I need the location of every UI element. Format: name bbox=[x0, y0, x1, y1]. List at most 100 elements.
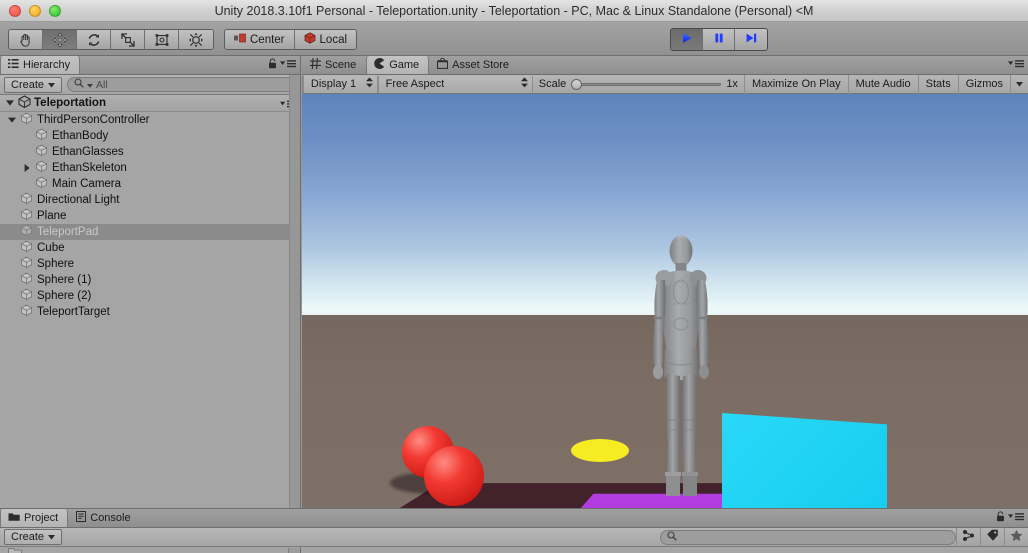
scene-root-row[interactable]: Teleportation bbox=[0, 95, 300, 112]
gameobject-cube-icon bbox=[20, 208, 34, 224]
unity-editor-window: Unity 2018.3.10f1 Personal - Teleportati… bbox=[0, 0, 1028, 553]
updown-caret-icon bbox=[365, 77, 373, 91]
pivot-mode-button[interactable]: Center bbox=[225, 30, 295, 49]
label-filter-button[interactable] bbox=[980, 528, 1004, 546]
gameobject-cube-icon bbox=[35, 160, 49, 176]
project-tree-splitter[interactable] bbox=[288, 548, 300, 553]
scale-slider-knob[interactable] bbox=[571, 78, 583, 90]
pivot-space-group: Center Local bbox=[224, 29, 358, 50]
hierarchy-item-teleporttarget[interactable]: TeleportTarget bbox=[0, 304, 300, 320]
project-search-input[interactable] bbox=[660, 529, 956, 545]
tab-asset-store[interactable]: Asset Store bbox=[429, 56, 519, 74]
aspect-dropdown[interactable]: Free Aspect bbox=[377, 75, 533, 93]
hierarchy-tree[interactable]: ThirdPersonController EthanBody EthanGlass… bbox=[0, 112, 300, 508]
hierarchy-item-label: EthanSkeleton bbox=[52, 162, 127, 174]
panel-menu-icon[interactable] bbox=[1008, 511, 1024, 525]
tab-label: Scene bbox=[325, 59, 357, 71]
project-create-label: Create bbox=[11, 531, 45, 543]
hierarchy-item-label: Sphere bbox=[37, 258, 75, 270]
display-dropdown[interactable]: Display 1 bbox=[302, 75, 378, 93]
step-button[interactable] bbox=[735, 29, 767, 50]
search-dropdown-caret[interactable] bbox=[87, 79, 94, 91]
play-button[interactable] bbox=[671, 29, 703, 50]
gizmos-button[interactable]: Gizmos bbox=[957, 74, 1010, 94]
maximize-on-play-button[interactable]: Maximize On Play bbox=[743, 74, 848, 94]
hierarchy-item-ethanglasses[interactable]: EthanGlasses bbox=[0, 144, 300, 160]
play-icon bbox=[680, 31, 694, 48]
hierarchy-item-cube[interactable]: Cube bbox=[0, 240, 300, 256]
mute-audio-button[interactable]: Mute Audio bbox=[847, 74, 918, 94]
hierarchy-item-teleportpad[interactable]: TeleportPad bbox=[0, 224, 300, 240]
transform-tools-group bbox=[8, 29, 214, 50]
hierarchy-item-sphere-1[interactable]: Sphere (1) bbox=[0, 272, 300, 288]
move-tool-button[interactable] bbox=[43, 30, 77, 49]
lock-icon[interactable] bbox=[268, 58, 277, 72]
hierarchy-item-thirdpersoncontroller[interactable]: ThirdPersonController bbox=[0, 112, 300, 128]
hierarchy-search-input[interactable]: All bbox=[67, 77, 296, 92]
hierarchy-item-ethanskeleton[interactable]: EthanSkeleton bbox=[0, 160, 300, 176]
gameobject-cube-icon bbox=[20, 288, 34, 304]
lock-icon[interactable] bbox=[996, 511, 1005, 525]
star-icon bbox=[1010, 529, 1023, 545]
gameobject-cube-icon bbox=[20, 112, 34, 128]
combined-transform-tool-button[interactable] bbox=[179, 30, 213, 49]
hierarchy-vscrollbar[interactable] bbox=[289, 75, 300, 508]
tab-console[interactable]: Console bbox=[68, 509, 140, 527]
project-tabbar: Project Console bbox=[0, 509, 1028, 528]
favorites-filter-button[interactable] bbox=[956, 528, 980, 546]
folder-icon bbox=[8, 547, 22, 553]
scale-slider-group[interactable]: Scale 1x bbox=[533, 78, 744, 90]
tab-project[interactable]: Project bbox=[0, 509, 69, 527]
hierarchy-item-directional-light[interactable]: Directional Light bbox=[0, 192, 300, 208]
hierarchy-item-sphere-2[interactable]: Sphere (2) bbox=[0, 288, 300, 304]
hand-tool-button[interactable] bbox=[9, 30, 43, 49]
tab-scene[interactable]: Scene bbox=[302, 56, 366, 74]
gameobject-cube-icon bbox=[20, 224, 34, 240]
hierarchy-item-plane[interactable]: Plane bbox=[0, 208, 300, 224]
scale-label: Scale bbox=[538, 78, 567, 90]
hierarchy-item-label: ThirdPersonController bbox=[37, 114, 150, 126]
tab-game[interactable]: Game bbox=[366, 56, 430, 74]
game-view-toolbar: Display 1 Free Aspect Scale 1x Maximize bbox=[302, 74, 1028, 94]
rect-transform-icon bbox=[154, 32, 170, 48]
mute-audio-label: Mute Audio bbox=[855, 78, 911, 90]
rect-tool-button[interactable] bbox=[145, 30, 179, 49]
playback-controls bbox=[670, 28, 768, 51]
hierarchy-item-main-camera[interactable]: Main Camera bbox=[0, 176, 300, 192]
red-sphere-2 bbox=[424, 446, 484, 506]
rotate-tool-button[interactable] bbox=[77, 30, 111, 49]
tab-label: Asset Store bbox=[452, 59, 510, 71]
twisty-expanded-icon[interactable] bbox=[6, 115, 17, 126]
updown-caret-icon bbox=[520, 77, 528, 91]
space-mode-button[interactable]: Local bbox=[294, 30, 357, 49]
scale-slider[interactable] bbox=[571, 78, 722, 90]
project-folder-tree[interactable] bbox=[0, 547, 301, 553]
hierarchy-item-label: Plane bbox=[37, 210, 67, 222]
panel-menu-icon[interactable] bbox=[1008, 58, 1024, 72]
maximize-on-play-label: Maximize On Play bbox=[751, 78, 841, 90]
twisty-collapsed-icon[interactable] bbox=[21, 163, 32, 174]
scene-twisty-icon[interactable] bbox=[4, 98, 15, 109]
center-pivot-icon bbox=[234, 33, 246, 46]
yellow-teleport-pad bbox=[571, 439, 629, 462]
hand-icon bbox=[18, 32, 34, 48]
gameobject-cube-icon bbox=[35, 144, 49, 160]
tab-hierarchy[interactable]: Hierarchy bbox=[0, 56, 81, 74]
pause-button[interactable] bbox=[703, 29, 735, 50]
folder-icon bbox=[8, 512, 20, 525]
gizmos-dropdown-button[interactable] bbox=[1009, 74, 1028, 94]
tab-label: Console bbox=[90, 512, 131, 524]
stats-button[interactable]: Stats bbox=[917, 74, 958, 94]
panel-menu-icon[interactable] bbox=[280, 58, 296, 72]
hierarchy-item-ethanbody[interactable]: EthanBody bbox=[0, 128, 300, 144]
game-render-view[interactable] bbox=[302, 94, 1028, 508]
scale-tool-button[interactable] bbox=[111, 30, 145, 49]
project-create-button[interactable]: Create bbox=[4, 529, 63, 545]
hierarchy-create-button[interactable]: Create bbox=[4, 76, 63, 93]
project-folder-row[interactable] bbox=[8, 547, 22, 553]
star-filter-button[interactable] bbox=[1004, 528, 1028, 546]
hierarchy-item-sphere[interactable]: Sphere bbox=[0, 256, 300, 272]
project-asset-grid[interactable] bbox=[301, 547, 1028, 553]
